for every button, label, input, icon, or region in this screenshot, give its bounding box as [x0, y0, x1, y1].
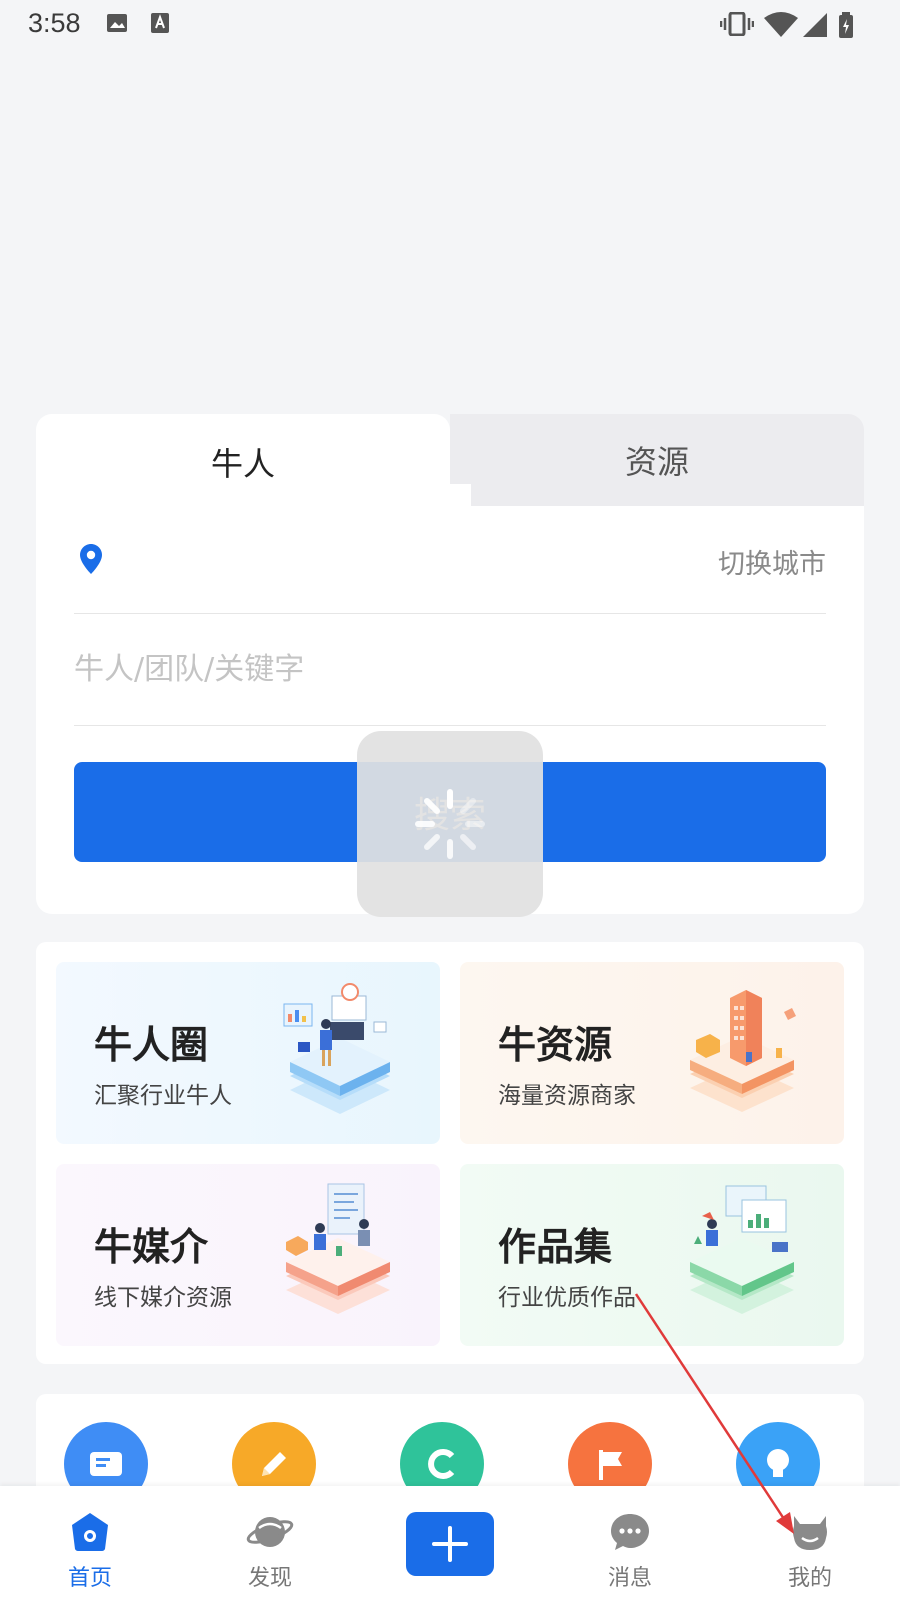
vibrate-icon [720, 12, 754, 36]
keyword-row [74, 614, 826, 726]
planet-icon [246, 1517, 294, 1547]
loading-overlay [357, 731, 543, 917]
nav-label-profile: 我的 [787, 1566, 832, 1591]
media-illustration [286, 1183, 390, 1314]
battery-charging-icon [839, 12, 853, 38]
feature-title: 牛人圈 [94, 1023, 209, 1067]
status-time: 3:58 [28, 8, 81, 38]
office-worker-illustration [283, 983, 390, 1114]
feature-title: 作品集 [498, 1225, 613, 1269]
nav-label-home: 首页 [67, 1566, 112, 1591]
cow-profile-icon [793, 1516, 827, 1550]
image-icon [107, 14, 127, 32]
nav-discover[interactable]: 发现 [180, 1486, 360, 1600]
feature-title: 牛资源 [498, 1023, 613, 1067]
switch-city-link[interactable]: 切换城市 [718, 542, 826, 581]
feature-subtitle: 海量资源商家 [498, 1083, 636, 1109]
feature-niu-media[interactable]: 牛媒介 线下媒介资源 [56, 1164, 440, 1346]
publish-add-button[interactable] [406, 1512, 494, 1576]
plus-icon [432, 1526, 468, 1562]
chat-bubble-icon [611, 1514, 649, 1550]
feature-portfolio[interactable]: 作品集 行业优质作品 [460, 1164, 844, 1346]
feature-subtitle: 行业优质作品 [498, 1285, 636, 1311]
wifi-icon [764, 12, 798, 37]
nav-messages[interactable]: 消息 [540, 1486, 720, 1600]
feature-subtitle: 汇聚行业牛人 [94, 1083, 232, 1109]
spinner-icon [415, 789, 485, 859]
feature-title: 牛媒介 [94, 1225, 209, 1269]
tab-resources[interactable]: 资源 [450, 414, 864, 506]
nav-home[interactable]: 首页 [0, 1486, 180, 1600]
features-grid: 牛人圈 汇聚行业牛人 牛资源 海量资源商家 牛媒介 线下媒介资源 作品集 行业优… [36, 942, 864, 1364]
home-icon [72, 1513, 108, 1551]
building-illustration [690, 990, 796, 1112]
nav-label-messages: 消息 [607, 1566, 652, 1591]
keyword-input[interactable] [74, 644, 826, 694]
portfolio-illustration [690, 1185, 794, 1314]
nav-profile[interactable]: 我的 [720, 1486, 900, 1600]
tab-niuren[interactable]: 牛人 [36, 414, 450, 509]
feature-niuren-circle[interactable]: 牛人圈 汇聚行业牛人 [56, 962, 440, 1144]
feature-subtitle: 线下媒介资源 [94, 1285, 232, 1311]
feature-niu-resources[interactable]: 牛资源 海量资源商家 [460, 962, 844, 1144]
location-pin-icon [80, 544, 102, 574]
signal-icon [803, 13, 827, 37]
text-a-icon [151, 13, 169, 33]
nav-label-discover: 发现 [247, 1566, 292, 1591]
location-row[interactable]: 切换城市 [74, 506, 826, 614]
status-bar: 3:58 [0, 0, 900, 50]
